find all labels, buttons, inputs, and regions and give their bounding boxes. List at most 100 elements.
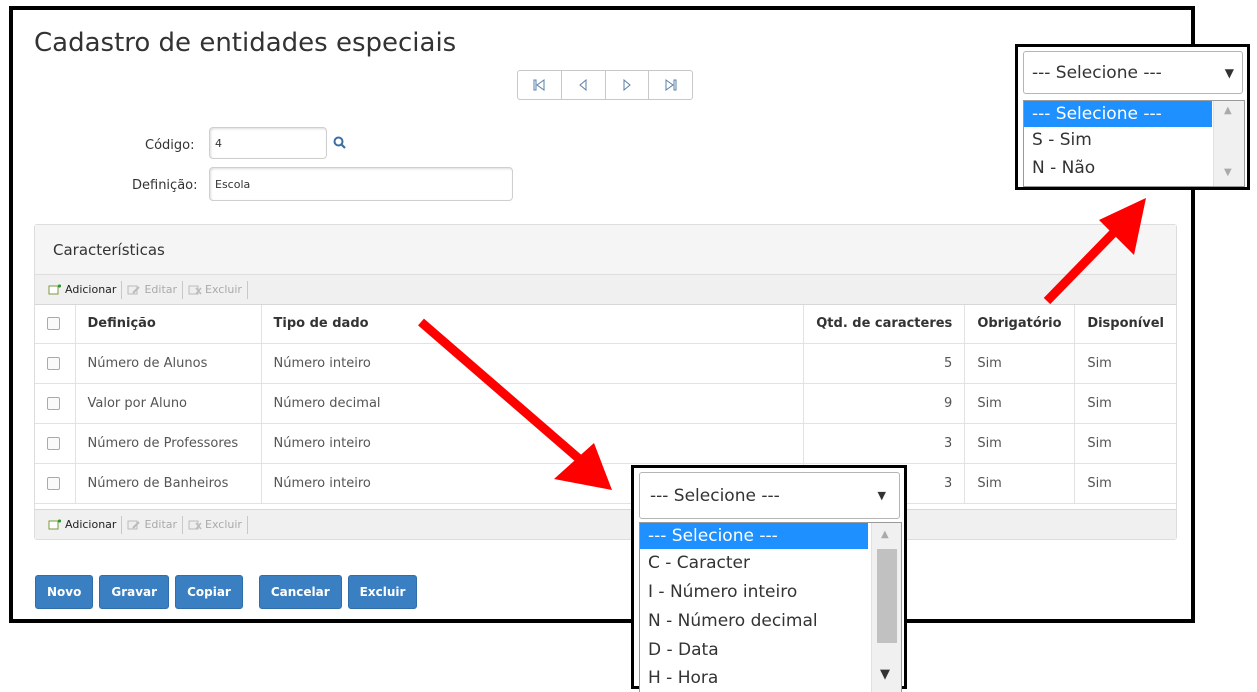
chevron-down-icon: ▼ <box>1224 65 1234 80</box>
select-all-checkbox[interactable] <box>47 317 60 331</box>
characteristics-table: Definição Tipo de dado Qtd. de caractere… <box>35 305 1176 504</box>
last-record-button[interactable] <box>649 71 692 99</box>
delete-label: Excluir <box>205 283 242 296</box>
delete-button[interactable]: Excluir <box>183 280 248 299</box>
obrigatorio-select[interactable]: --- Selecione --- ▼ <box>1023 51 1243 94</box>
last-page-icon <box>665 79 677 91</box>
row-checkbox[interactable] <box>47 356 60 370</box>
row-checkbox[interactable] <box>47 476 60 490</box>
cell-definicao: Número de Professores <box>75 423 262 464</box>
row-select-cell <box>35 463 76 504</box>
tipo-options-list: --- Selecione --- C - Caracter I - Númer… <box>639 522 902 692</box>
row-checkbox[interactable] <box>47 396 60 410</box>
edit-label: Editar <box>144 283 178 296</box>
scrollbar-thumb[interactable] <box>877 549 897 643</box>
add-button[interactable]: Adicionar <box>43 515 123 534</box>
option-selecione[interactable]: --- Selecione --- <box>640 523 868 549</box>
option-data[interactable]: D - Data <box>640 636 901 664</box>
definition-label: Definição: <box>132 178 198 193</box>
option-numero-inteiro[interactable]: I - Número inteiro <box>640 578 901 607</box>
table-row[interactable]: Número de Banheiros Número inteiro 3 Sim… <box>35 463 1176 504</box>
first-record-button[interactable] <box>518 71 562 99</box>
delete-record-button[interactable]: Excluir <box>347 575 418 609</box>
copy-button[interactable]: Copiar <box>175 575 243 609</box>
option-sim[interactable]: S - Sim <box>1024 127 1244 154</box>
action-bar: Novo Gravar Copiar Cancelar Excluir <box>35 575 418 609</box>
scroll-up-icon: ▲ <box>1224 105 1232 116</box>
column-header[interactable]: Definição <box>75 305 262 344</box>
option-caracter[interactable]: C - Caracter <box>640 549 901 578</box>
tipo-select[interactable]: --- Selecione --- ▼ <box>639 472 900 519</box>
row-select-cell <box>35 343 76 384</box>
option-hora[interactable]: H - Hora <box>640 664 901 692</box>
tipo-selected-value: --- Selecione --- <box>650 485 780 506</box>
option-nao[interactable]: N - Não <box>1024 154 1244 182</box>
next-page-icon <box>623 79 631 91</box>
add-icon <box>48 519 61 529</box>
cell-tipo: Número inteiro <box>261 343 805 384</box>
grid-toolbar-bottom: Adicionar Editar Excluir <box>35 509 1176 539</box>
obrigatorio-selected-value: --- Selecione --- <box>1032 62 1162 83</box>
table-row[interactable]: Número de Alunos Número inteiro 5 Sim Si… <box>35 343 1176 384</box>
cell-qtd: 3 <box>803 423 966 464</box>
add-label: Adicionar <box>65 283 117 296</box>
cell-definicao: Número de Alunos <box>75 343 262 384</box>
next-record-button[interactable] <box>606 71 650 99</box>
chevron-down-icon: ▼ <box>877 489 886 502</box>
delete-button[interactable]: Excluir <box>183 515 248 534</box>
record-navigation <box>517 70 693 100</box>
edit-button[interactable]: Editar <box>122 280 184 299</box>
scrollbar[interactable]: ▲ ▼ <box>1213 101 1244 186</box>
cancel-button[interactable]: Cancelar <box>258 575 342 609</box>
select-all-cell <box>35 305 76 344</box>
search-icon[interactable] <box>333 136 346 149</box>
cell-disponivel: Sim <box>1074 343 1176 384</box>
cell-disponivel: Sim <box>1074 383 1176 424</box>
add-label: Adicionar <box>65 518 117 531</box>
edit-icon <box>127 520 141 529</box>
row-checkbox[interactable] <box>47 436 60 450</box>
edit-button[interactable]: Editar <box>122 515 184 534</box>
delete-icon <box>188 285 202 294</box>
obrigatorio-options-list: --- Selecione --- S - Sim N - Não ▲ ▼ <box>1023 100 1245 187</box>
tipo-dropdown-overlay: --- Selecione --- ▼ --- Selecione --- C … <box>631 465 907 692</box>
row-select-cell <box>35 423 76 464</box>
table-row[interactable]: Valor por Aluno Número decimal 9 Sim Sim <box>35 383 1176 424</box>
scroll-up-icon: ▲ <box>881 529 889 540</box>
panel-title: Características <box>35 225 1176 275</box>
cell-obrigatorio: Sim <box>964 463 1076 504</box>
previous-record-button[interactable] <box>562 71 606 99</box>
cell-disponivel: Sim <box>1074 463 1176 504</box>
cell-tipo: Número inteiro <box>261 423 805 464</box>
option-selecione[interactable]: --- Selecione --- <box>1024 101 1212 127</box>
column-header[interactable]: Obrigatório <box>964 305 1076 344</box>
column-header[interactable]: Qtd. de caracteres <box>803 305 966 344</box>
page-title: Cadastro de entidades especiais <box>34 28 457 58</box>
code-label: Código: <box>145 138 195 153</box>
column-header[interactable]: Tipo de dado <box>261 305 805 344</box>
cell-obrigatorio: Sim <box>964 423 1076 464</box>
cell-definicao: Valor por Aluno <box>75 383 262 424</box>
definition-input[interactable] <box>209 167 513 201</box>
column-header[interactable]: Disponível <box>1074 305 1176 344</box>
add-icon <box>48 284 61 294</box>
cell-disponivel: Sim <box>1074 423 1176 464</box>
delete-icon <box>188 520 202 529</box>
cell-obrigatorio: Sim <box>964 343 1076 384</box>
code-input[interactable] <box>209 127 327 159</box>
delete-label: Excluir <box>205 518 242 531</box>
cell-qtd: 5 <box>803 343 966 384</box>
new-button[interactable]: Novo <box>35 575 94 609</box>
table-row[interactable]: Número de Professores Número inteiro 3 S… <box>35 423 1176 464</box>
scrollbar[interactable]: ▲ ▼ <box>871 523 901 692</box>
row-select-cell <box>35 383 76 424</box>
cell-definicao: Número de Banheiros <box>75 463 262 504</box>
scroll-down-icon: ▼ <box>1224 167 1232 178</box>
table-header-row: Definição Tipo de dado Qtd. de caractere… <box>35 305 1176 344</box>
option-numero-decimal[interactable]: N - Número decimal <box>640 607 901 636</box>
obrigatorio-dropdown-overlay: --- Selecione --- ▼ --- Selecione --- S … <box>1015 44 1250 190</box>
save-button[interactable]: Gravar <box>99 575 170 609</box>
characteristics-panel: Características Adicionar Editar Excluir… <box>34 224 1177 540</box>
add-button[interactable]: Adicionar <box>43 280 123 299</box>
